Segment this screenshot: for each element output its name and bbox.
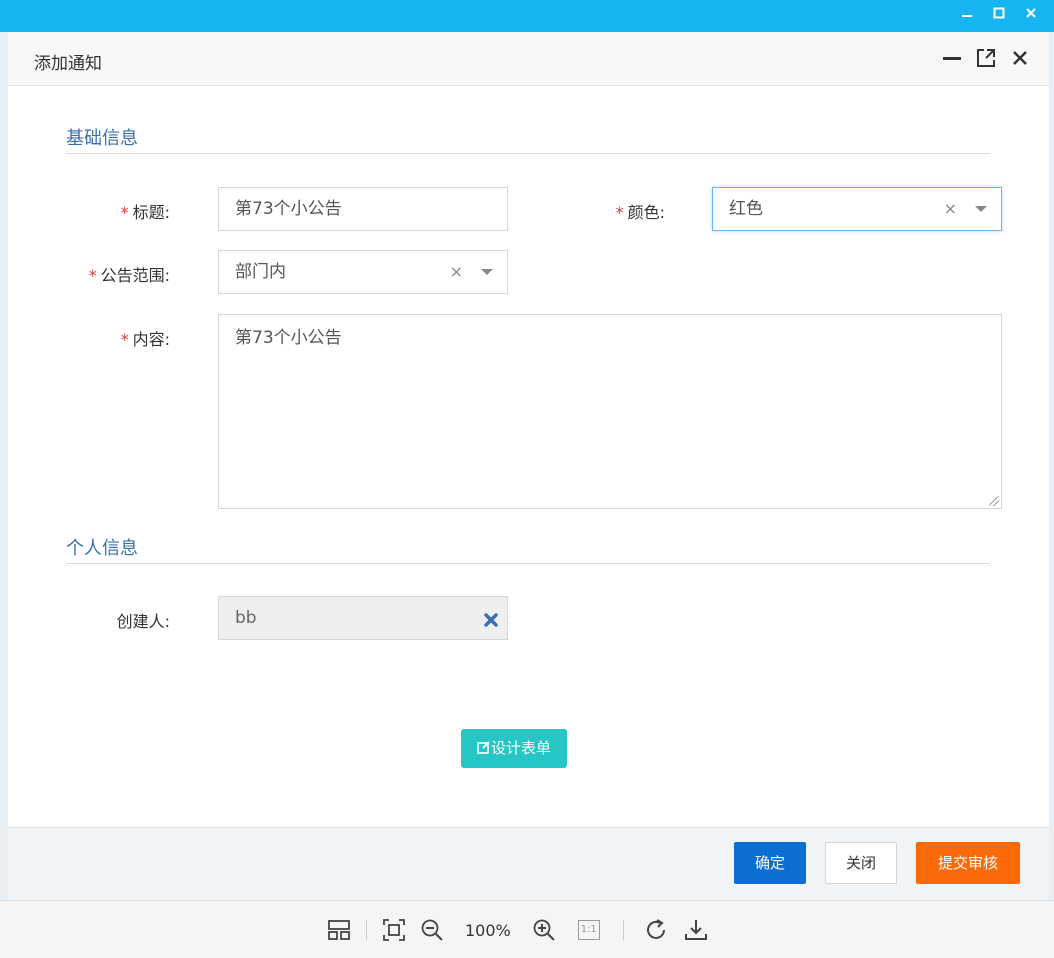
required-mark: *: [88, 266, 97, 285]
scope-value: 部门内: [235, 262, 286, 282]
actual-size-label: 1:1: [577, 920, 600, 940]
title-value: 第73个小公告: [235, 199, 342, 219]
download-icon[interactable]: [676, 915, 716, 945]
actual-size-icon[interactable]: 1:1: [567, 915, 611, 945]
close-button[interactable]: 关闭: [825, 842, 897, 884]
required-mark: *: [120, 203, 129, 222]
toolbar-separator: [622, 920, 624, 940]
design-form-label: 设计表单: [490, 739, 551, 757]
chevron-down-icon[interactable]: [975, 206, 987, 212]
color-select[interactable]: 红色 ×: [712, 187, 1002, 231]
dialog-header: 添加通知: [8, 32, 1049, 86]
content-value: 第73个小公告: [235, 328, 342, 348]
section-divider: [66, 563, 990, 564]
content-textarea[interactable]: 第73个小公告: [218, 314, 1002, 509]
minimize-icon[interactable]: [941, 47, 963, 69]
section-divider: [66, 153, 990, 154]
required-mark: *: [120, 330, 129, 349]
zoom-level: 100%: [465, 920, 511, 940]
window-title-bar: [0, 0, 1054, 32]
section-basic-info: 基础信息: [66, 128, 138, 149]
content-label-text: 内容:: [132, 330, 170, 349]
toolbar-separator: [366, 920, 367, 940]
window-maximize-icon[interactable]: [986, 4, 1012, 26]
zoom-in-icon[interactable]: [521, 915, 567, 945]
content-label: * 内容:: [8, 326, 170, 350]
dialog-title: 添加通知: [34, 54, 102, 74]
creator-value: bb: [235, 608, 257, 628]
color-label: * 颜色:: [503, 199, 665, 223]
title-label: * 标题:: [8, 199, 170, 223]
color-value: 红色: [729, 199, 763, 219]
title-label-text: 标题:: [132, 203, 170, 222]
dialog-footer: 确定 关闭 提交审核: [8, 827, 1049, 900]
color-label-text: 颜色:: [627, 203, 665, 222]
creator-field: bb: [218, 596, 508, 640]
add-notice-dialog: 添加通知 基础信息 * 标题: 第73个小公告 * 颜色: 红色 × * 公告范围: …: [8, 32, 1049, 900]
maximize-icon[interactable]: [975, 47, 997, 69]
frame-right: [1049, 32, 1054, 900]
chevron-down-icon[interactable]: [481, 269, 493, 275]
viewer-toolbar: 100% 1:1: [0, 900, 1054, 958]
zoom-out-icon[interactable]: [409, 915, 455, 945]
title-input[interactable]: 第73个小公告: [218, 187, 508, 231]
window-close-icon[interactable]: [1018, 4, 1044, 26]
frame-left: [0, 32, 8, 900]
scope-label-text: 公告范围:: [100, 266, 170, 285]
scope-label: * 公告范围:: [8, 262, 170, 286]
fit-screen-icon[interactable]: [379, 915, 409, 945]
rotate-icon[interactable]: [636, 915, 676, 945]
window-minimize-icon[interactable]: [954, 4, 980, 26]
layout-icon[interactable]: [324, 915, 354, 945]
section-personal-info: 个人信息: [66, 538, 138, 559]
clear-creator-icon[interactable]: [483, 597, 499, 639]
color-clear-icon[interactable]: ×: [944, 188, 957, 230]
creator-label: 创建人:: [116, 612, 170, 631]
design-form-button[interactable]: 设计表单: [461, 729, 567, 768]
close-icon[interactable]: [1009, 47, 1031, 69]
submit-review-button[interactable]: 提交审核: [916, 842, 1020, 884]
resize-handle-icon[interactable]: [989, 496, 999, 506]
ok-button[interactable]: 确定: [734, 842, 806, 884]
scope-select[interactable]: 部门内 ×: [218, 250, 508, 294]
edit-icon: [477, 741, 490, 754]
required-mark: *: [615, 203, 624, 222]
scope-clear-icon[interactable]: ×: [450, 251, 463, 293]
